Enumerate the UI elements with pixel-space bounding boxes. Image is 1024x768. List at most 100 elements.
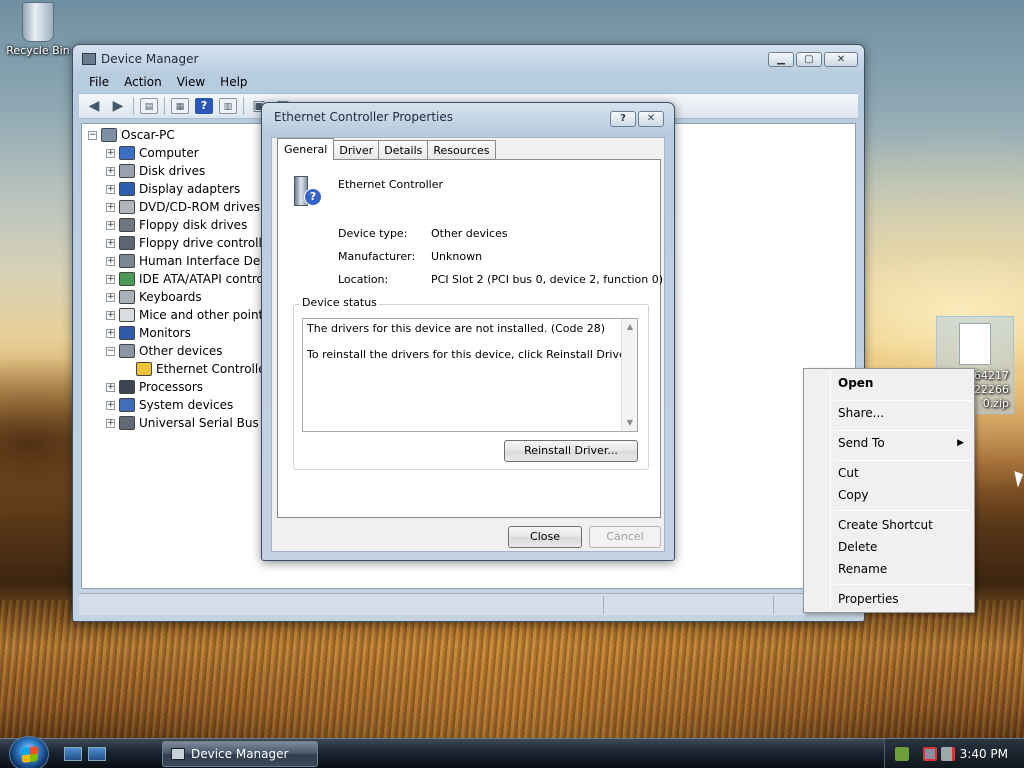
- collapse-icon[interactable]: −: [88, 130, 97, 140]
- tab-details[interactable]: Details: [378, 140, 429, 160]
- status-cell: [603, 596, 773, 614]
- tree-category[interactable]: + Disk drives: [88, 162, 277, 180]
- disk-drive-icon: [119, 164, 135, 178]
- expand-icon[interactable]: +: [106, 400, 115, 410]
- back-arrow-icon[interactable]: ◀: [85, 98, 103, 114]
- taskbar-device-manager-button[interactable]: Device Manager: [162, 741, 318, 767]
- menu-item-delete[interactable]: Delete: [838, 540, 877, 554]
- expand-icon[interactable]: +: [106, 310, 115, 320]
- expand-icon[interactable]: +: [106, 184, 115, 194]
- reinstall-driver-button[interactable]: Reinstall Driver...: [504, 440, 638, 462]
- network-disconnected-icon[interactable]: [923, 747, 937, 761]
- maximize-button[interactable]: ▢: [796, 52, 822, 67]
- view-toolbar-icon[interactable]: ▥: [219, 98, 237, 114]
- device-manager-taskbar-icon: [171, 748, 185, 760]
- tab-general[interactable]: General: [277, 138, 335, 160]
- expand-icon[interactable]: +: [106, 166, 115, 176]
- tree-category[interactable]: + System devices: [88, 396, 277, 414]
- tree-category[interactable]: + Computer: [88, 144, 277, 162]
- tree-category[interactable]: + Display adapters: [88, 180, 277, 198]
- close-window-button[interactable]: ✕: [824, 52, 858, 67]
- location-label: Location:: [338, 273, 389, 286]
- menu-separator: [834, 430, 972, 431]
- menu-item-properties[interactable]: Properties: [838, 592, 899, 606]
- tree-category[interactable]: + Human Interface Devic: [88, 252, 277, 270]
- clock[interactable]: 3:40 PM: [960, 739, 1008, 768]
- expand-icon[interactable]: +: [106, 202, 115, 212]
- tree-item-label: Keyboards: [139, 290, 202, 304]
- tree-category[interactable]: + Mice and other pointin: [88, 306, 277, 324]
- menu-item-rename[interactable]: Rename: [838, 562, 887, 576]
- tree-category[interactable]: + DVD/CD-ROM drives: [88, 198, 277, 216]
- collapse-icon[interactable]: −: [106, 346, 115, 356]
- toolbar-separator: [133, 97, 134, 115]
- device-status-textbox[interactable]: The drivers for this device are not inst…: [302, 318, 638, 432]
- mouse-icon: [119, 308, 135, 322]
- menu-item-open[interactable]: Open: [838, 376, 873, 390]
- taskbar: Device Manager 3:40 PM: [0, 736, 1024, 768]
- expand-icon[interactable]: +: [106, 274, 115, 284]
- show-hide-tree-icon[interactable]: ▤: [140, 98, 158, 114]
- volume-muted-icon[interactable]: [941, 747, 955, 761]
- window-caption-buttons: ▁ ▢ ✕: [768, 52, 858, 67]
- menu-item-create-shortcut[interactable]: Create Shortcut: [838, 518, 933, 532]
- tree-root-label: Oscar-PC: [121, 128, 175, 142]
- tree-child-item[interactable]: Ethernet Controller: [88, 360, 277, 378]
- dialog-tabs: General Driver Details Resources: [277, 138, 496, 160]
- expand-icon[interactable]: +: [106, 418, 115, 428]
- show-desktop-icon[interactable]: [64, 747, 82, 761]
- expand-icon[interactable]: +: [106, 238, 115, 248]
- tree-category[interactable]: + Keyboards: [88, 288, 277, 306]
- recycle-bin-desktop-icon[interactable]: Recycle Bin: [4, 2, 72, 57]
- menu-action[interactable]: Action: [124, 72, 162, 92]
- switch-windows-icon[interactable]: [88, 747, 106, 761]
- close-dialog-button[interactable]: ✕: [638, 111, 664, 127]
- tree-item-label: IDE ATA/ATAPI contro: [139, 272, 264, 286]
- status-scrollbar[interactable]: ▲ ▼: [621, 319, 637, 431]
- menu-item-send-to[interactable]: Send To: [838, 436, 885, 450]
- expand-icon[interactable]: +: [106, 256, 115, 266]
- cancel-button[interactable]: Cancel: [589, 526, 661, 548]
- menu-item-cut[interactable]: Cut: [838, 466, 859, 480]
- help-toolbar-icon[interactable]: ?: [195, 98, 213, 114]
- scroll-down-icon[interactable]: ▼: [622, 415, 638, 431]
- expand-icon[interactable]: +: [106, 328, 115, 338]
- expand-icon[interactable]: +: [106, 220, 115, 230]
- recycle-bin-label: Recycle Bin: [6, 44, 70, 57]
- start-button[interactable]: [9, 736, 49, 768]
- forward-arrow-icon[interactable]: ▶: [109, 98, 127, 114]
- tab-resources[interactable]: Resources: [427, 140, 496, 160]
- tree-category[interactable]: + Monitors: [88, 324, 277, 342]
- status-line-2: To reinstall the drivers for this device…: [307, 348, 633, 361]
- menu-view[interactable]: View: [177, 72, 205, 92]
- tree-category[interactable]: + Processors: [88, 378, 277, 396]
- tree-category[interactable]: + Floppy drive controller: [88, 234, 277, 252]
- menu-item-copy[interactable]: Copy: [838, 488, 868, 502]
- tree-category[interactable]: + Universal Serial Bus co: [88, 414, 277, 432]
- tree-category[interactable]: + Floppy disk drives: [88, 216, 277, 234]
- computer-icon: [119, 146, 135, 160]
- tree-item-label: Other devices: [139, 344, 223, 358]
- expand-icon[interactable]: +: [106, 382, 115, 392]
- tree-category[interactable]: + IDE ATA/ATAPI contro: [88, 270, 277, 288]
- tree-root[interactable]: − Oscar-PC: [88, 126, 277, 144]
- minimize-button[interactable]: ▁: [768, 52, 794, 67]
- menu-help[interactable]: Help: [220, 72, 247, 92]
- file-icon: [959, 323, 991, 365]
- close-button[interactable]: Close: [508, 526, 582, 548]
- tree-category[interactable]: − Other devices: [88, 342, 277, 360]
- tree-item-label: Ethernet Controller: [156, 362, 271, 376]
- help-button[interactable]: ?: [610, 111, 636, 127]
- tree-item-label: Monitors: [139, 326, 191, 340]
- properties-toolbar-icon[interactable]: ▦: [171, 98, 189, 114]
- network-ok-icon[interactable]: [895, 747, 909, 761]
- tab-driver[interactable]: Driver: [333, 140, 380, 160]
- menu-item-share[interactable]: Share...: [838, 406, 884, 420]
- toolbar-separator: [243, 97, 244, 115]
- expand-icon[interactable]: +: [106, 292, 115, 302]
- tree-item-label: Computer: [139, 146, 199, 160]
- expand-icon[interactable]: +: [106, 148, 115, 158]
- scroll-up-icon[interactable]: ▲: [622, 319, 638, 335]
- menu-file[interactable]: File: [89, 72, 109, 92]
- device-manager-title: Device Manager: [101, 52, 199, 66]
